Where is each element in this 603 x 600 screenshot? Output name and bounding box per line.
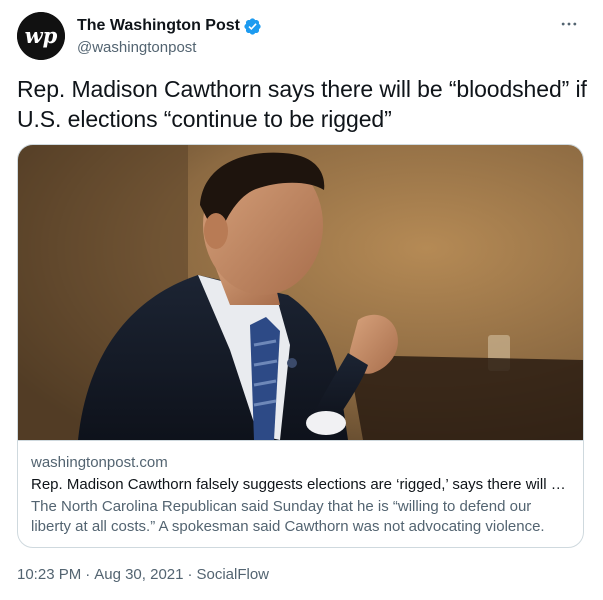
avatar[interactable]: wp xyxy=(17,12,65,60)
tweet-date[interactable]: Aug 30, 2021 xyxy=(94,566,183,583)
tweet-text: Rep. Madison Cawthorn says there will be… xyxy=(17,76,587,132)
handle[interactable]: @washingtonpost xyxy=(77,39,262,56)
card-domain: washingtonpost.com xyxy=(31,454,168,471)
card-description: The North Carolina Republican said Sunda… xyxy=(31,498,545,535)
more-dots-icon xyxy=(561,22,577,26)
tweet: wp The Washington Post @washingtonpost R… xyxy=(0,0,603,600)
card-title: Rep. Madison Cawthorn falsely suggests e… xyxy=(31,476,572,493)
washington-post-wp-logo-icon: wp xyxy=(17,12,65,60)
tweet-meta: 10:23 PM · Aug 30, 2021 · SocialFlow xyxy=(17,566,269,583)
tweet-time[interactable]: 10:23 PM xyxy=(17,566,81,583)
card-image[interactable] xyxy=(18,145,583,440)
link-card[interactable]: washingtonpost.com Rep. Madison Cawthorn… xyxy=(17,144,584,548)
meta-separator: · xyxy=(187,566,193,583)
tweet-header: wp The Washington Post @washingtonpost xyxy=(17,12,586,60)
svg-text:wp: wp xyxy=(25,23,58,48)
verified-badge-icon xyxy=(244,17,261,35)
card-photo xyxy=(18,145,583,440)
account-names: The Washington Post @washingtonpost xyxy=(77,15,262,56)
more-options-button[interactable] xyxy=(552,10,586,38)
display-name[interactable]: The Washington Post xyxy=(77,17,240,35)
meta-separator: · xyxy=(85,566,91,583)
tweet-source[interactable]: SocialFlow xyxy=(196,566,269,583)
card-body[interactable]: washingtonpost.com Rep. Madison Cawthorn… xyxy=(18,440,583,547)
